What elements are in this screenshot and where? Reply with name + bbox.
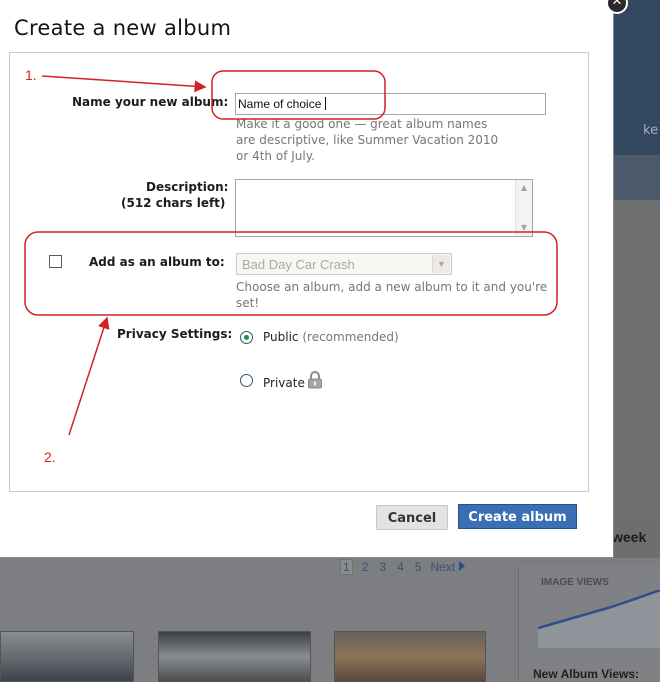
add-to-album-checkbox[interactable] (49, 255, 62, 268)
privacy-public-radio[interactable] (240, 331, 253, 344)
textarea-scrollbar[interactable]: ▲ ▼ (515, 180, 532, 236)
page-link[interactable]: 4 (395, 560, 406, 574)
sparkline-area (538, 590, 660, 648)
album-select[interactable]: Bad Day Car Crash ▼ (236, 253, 452, 275)
album-thumbnail[interactable] (0, 631, 134, 682)
dialog-title: Create a new album (14, 16, 232, 40)
privacy-public-label[interactable]: Public (recommended) (263, 330, 399, 344)
privacy-public-text: Public (263, 330, 299, 344)
album-thumbnail[interactable] (158, 631, 311, 682)
album-select-value: Bad Day Car Crash (242, 257, 355, 272)
name-helper-line: or 4th of July. (236, 149, 315, 163)
cancel-button[interactable]: Cancel (376, 505, 448, 530)
name-label: Name your new album: (72, 95, 229, 109)
new-album-views-label: New Album Views: (533, 667, 640, 681)
album-name-value: Name of choice (238, 97, 322, 111)
chevron-right-icon (459, 561, 466, 571)
create-album-button[interactable]: Create album (458, 504, 577, 529)
image-views-label: IMAGE VIEWS (541, 577, 609, 588)
privacy-label: Privacy Settings: (117, 327, 233, 341)
name-helper-line: Make it a good one — great album names (236, 117, 488, 131)
description-label: Description: (146, 180, 229, 194)
album-thumbnail[interactable] (334, 631, 486, 682)
scroll-down-icon[interactable]: ▼ (518, 222, 530, 234)
page-link[interactable]: 3 (377, 560, 388, 574)
album-name-input[interactable]: Name of choice (235, 93, 546, 115)
annotation-marker-2: 2. (44, 449, 56, 465)
pagination: 1 2 3 4 5 Next (340, 559, 466, 575)
description-char-count: (512 chars left) (121, 196, 226, 210)
album-helper-line: set! (236, 296, 260, 310)
page-link[interactable]: 5 (413, 560, 424, 574)
image-views-sparkline (538, 590, 660, 648)
page-link[interactable]: 1 (340, 559, 353, 575)
annotation-marker-1: 1. (25, 67, 37, 83)
next-page-link[interactable]: Next (430, 560, 466, 574)
privacy-private-label[interactable]: Private (263, 376, 305, 390)
background-header-text: ke (643, 123, 659, 138)
lock-icon (308, 371, 322, 389)
page-link[interactable]: 2 (360, 560, 371, 574)
privacy-private-radio[interactable] (240, 374, 253, 387)
add-to-album-label: Add as an album to: (89, 255, 225, 269)
text-caret (325, 97, 327, 110)
privacy-public-note: (recommended) (302, 330, 399, 344)
album-helper-line: Choose an album, add a new album to it a… (236, 280, 548, 294)
background-week-label: week (612, 529, 647, 545)
next-page-label: Next (430, 560, 456, 574)
create-album-dialog: Create a new album Name your new album: … (0, 0, 614, 558)
scroll-up-icon[interactable]: ▲ (518, 182, 530, 194)
name-helper-line: are descriptive, like Summer Vacation 20… (236, 133, 499, 147)
description-textarea[interactable]: ▲ ▼ (235, 179, 533, 237)
chevron-down-icon: ▼ (432, 255, 450, 273)
